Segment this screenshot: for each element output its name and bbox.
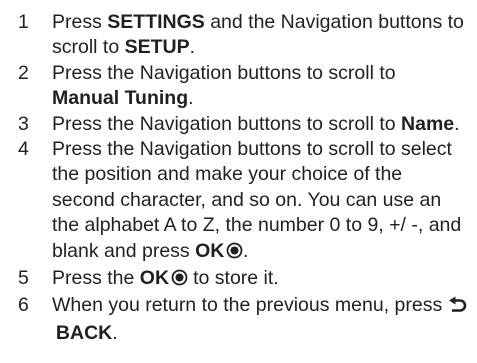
name-keyword: Name [401,112,455,135]
step-5: 5 Press the OK to store it. [18,266,468,293]
step-number: 4 [18,138,29,161]
back-arrow-icon [448,295,467,320]
step-text-part: Press the Navigation buttons to scroll t… [52,138,462,262]
step-1: 1 Press SETTINGS and the Navigation butt… [18,10,468,61]
back-keyword: BACK [55,321,113,344]
step-text-part: Press the Navigation buttons to scroll t… [52,61,396,84]
step-text-part: . [189,36,196,59]
step-number: 6 [18,294,29,317]
step-text: Press the Navigation buttons to scroll t… [52,137,468,266]
ok-button-icon [171,268,188,293]
step-3: 3 Press the Navigation buttons to scroll… [18,112,468,137]
step-4: 4 Press the Navigation buttons to scroll… [18,137,468,266]
ok-keyword: OK [195,239,225,262]
step-text: Press the OK to store it. [52,266,468,293]
step-text: Press the Navigation buttons to scroll t… [52,112,468,137]
manual-tuning-keyword: Manual Tuning [52,87,189,110]
step-text-part: Press [52,11,108,33]
step-text-part: Press the [52,267,140,290]
step-text-part: When you return to the previous menu, pr… [52,294,448,317]
step-text-part: . [242,239,249,262]
step-number: 1 [18,11,29,33]
step-text-part: to store it. [187,267,279,290]
step-text: When you return to the previous menu, pr… [52,293,468,346]
ok-button-icon [226,241,243,266]
step-text-part: . [454,112,460,135]
step-number: 2 [18,61,29,84]
step-text-part: Press the Navigation buttons to scroll t… [52,112,402,135]
step-text: Press SETTINGS and the Navigation button… [52,10,468,61]
step-number: 3 [18,112,29,135]
setup-keyword: SETUP [124,36,190,59]
step-2: 2 Press the Navigation buttons to scroll… [18,61,468,112]
step-6: 6 When you return to the previous menu, … [18,293,468,346]
instruction-list: 1 Press SETTINGS and the Navigation butt… [0,0,468,346]
step-number: 5 [18,267,29,290]
ok-keyword: OK [139,267,170,290]
step-text-part: . [188,87,194,110]
step-text: Press the Navigation buttons to scroll t… [52,61,468,112]
step-text-part: . [112,321,118,344]
settings-keyword: SETTINGS [107,11,205,33]
